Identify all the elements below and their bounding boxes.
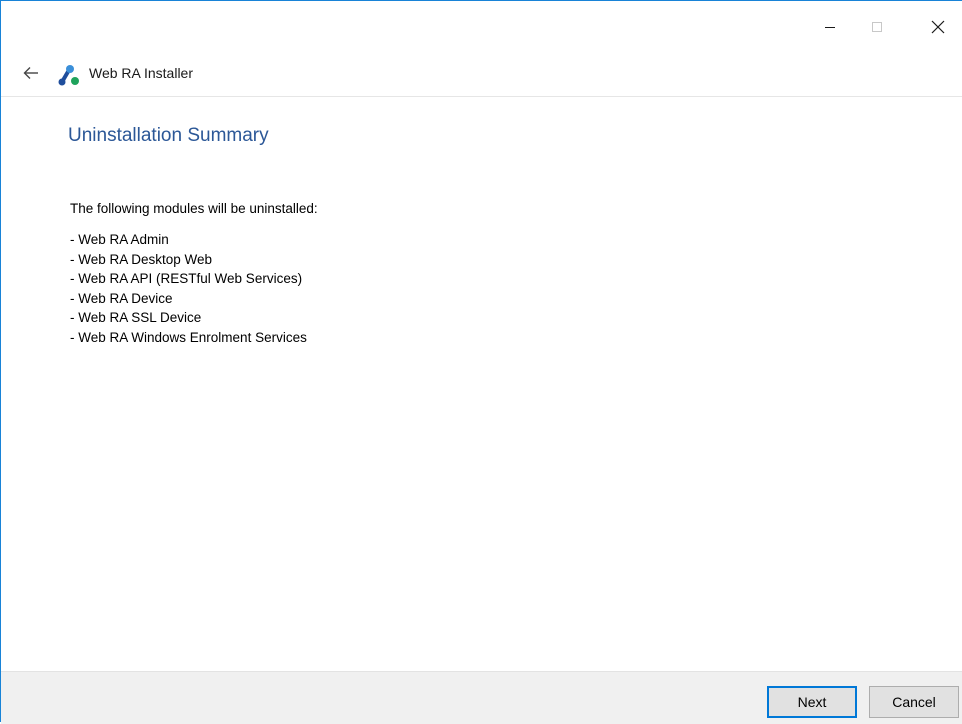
list-item: - Web RA Admin [70, 232, 169, 247]
close-icon [931, 20, 945, 34]
cancel-button[interactable]: Cancel [869, 686, 959, 718]
module-list: - Web RA Admin - Web RA Desktop Web - We… [70, 230, 307, 347]
maximize-icon [871, 21, 883, 33]
list-item: - Web RA Windows Enrolment Services [70, 329, 307, 345]
minimize-icon [824, 21, 836, 33]
list-item: - Web RA SSL Device [70, 310, 202, 325]
intro-text: The following modules will be uninstalle… [70, 201, 318, 216]
app-title: Web RA Installer [89, 65, 194, 81]
app-header: Web RA Installer [1, 53, 962, 97]
back-arrow-icon [23, 66, 39, 85]
list-item: - Web RA API (RESTful Web Services) [70, 271, 303, 286]
minimize-button[interactable] [807, 1, 853, 53]
list-item: - Web RA Desktop Web [70, 251, 213, 267]
next-button[interactable]: Next [767, 686, 857, 718]
back-button[interactable] [19, 63, 43, 87]
maximize-button [854, 1, 900, 53]
web-ra-logo-icon [57, 63, 81, 87]
title-bar[interactable] [1, 1, 962, 53]
page-title: Uninstallation Summary [68, 125, 269, 146]
installer-window: Web RA Installer Uninstallation Summary … [0, 0, 962, 724]
close-button[interactable] [915, 1, 961, 53]
footer-bar: Next Cancel [1, 671, 962, 724]
main-content: Uninstallation Summary The following mod… [1, 97, 962, 671]
list-item: - Web RA Device [70, 290, 173, 306]
